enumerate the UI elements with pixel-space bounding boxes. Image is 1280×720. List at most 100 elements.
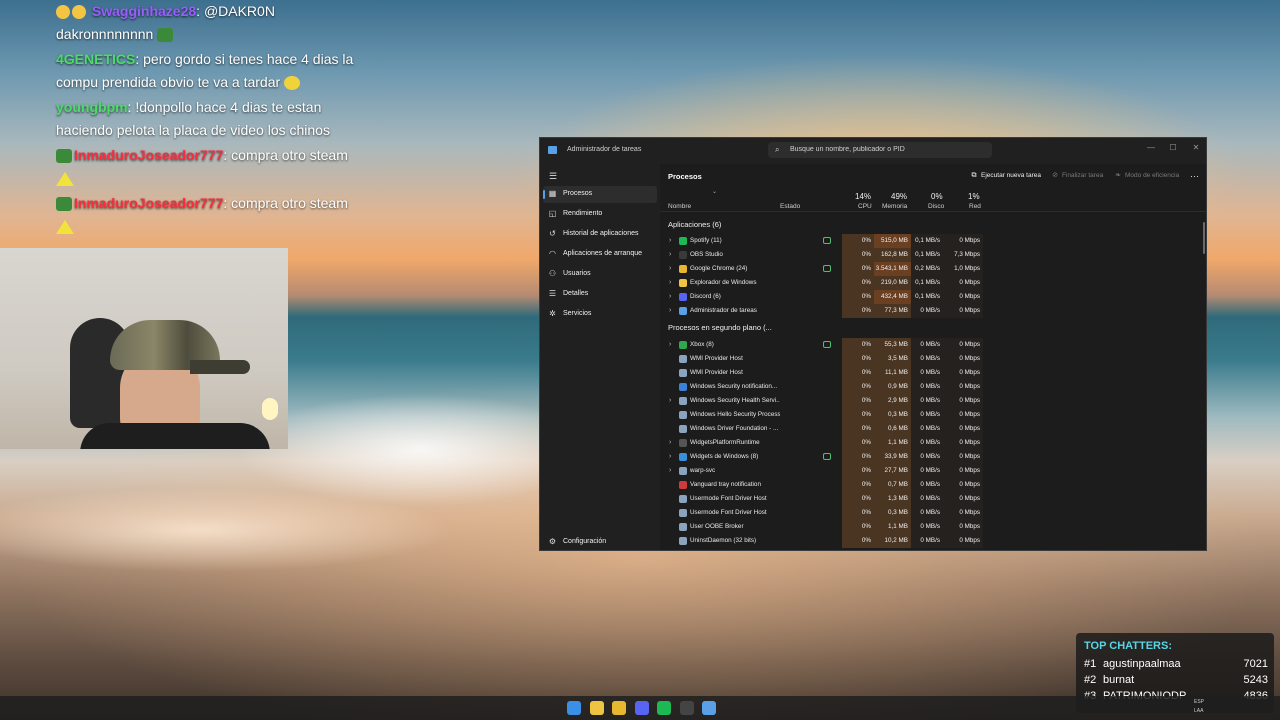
process-row[interactable]: User OOBE Broker 0% 1,1 MB 0 MB/s 0 Mbps <box>660 520 986 534</box>
nav-detalles[interactable]: ☰ Detalles <box>543 286 657 303</box>
process-name: Discord (6) <box>690 293 721 300</box>
process-row[interactable]: WMI Provider Host 0% 11,1 MB 0 MB/s 0 Mbps <box>660 366 986 380</box>
expand-chevron-icon[interactable]: › <box>669 293 671 300</box>
windows-start-icon[interactable] <box>567 701 581 715</box>
process-row[interactable]: Usermode Font Driver Host 0% 1,3 MB 0 MB/s 0… <box>660 492 986 506</box>
process-icon <box>679 467 687 475</box>
title-bar[interactable]: Administrador de tareas ⌕ — ☐ ✕ <box>540 138 1206 162</box>
discord-icon[interactable] <box>634 701 649 715</box>
column-disk[interactable]: Disco <box>928 203 944 210</box>
scrollbar-thumb[interactable] <box>1203 222 1205 254</box>
maximize-button[interactable]: ☐ <box>1162 140 1184 156</box>
nav-label: Historial de aplicaciones <box>563 230 639 237</box>
process-row[interactable]: Windows Driver Foundation - ... 0% 0,6 MB 0… <box>660 422 986 436</box>
run-task-icon: ⧉ <box>971 172 977 179</box>
expand-chevron-icon[interactable]: › <box>669 439 671 446</box>
network-cell: 0 Mbps <box>943 506 983 520</box>
process-row[interactable]: › WidgetsPlatformRuntime 0% 1,1 MB 0 MB/s 0 M… <box>660 436 986 450</box>
language-indicator[interactable]: ESP <box>1194 699 1204 705</box>
process-row[interactable]: › Widgets de Windows (8) 0% 33,9 MB 0 MB/s 0 … <box>660 450 986 464</box>
hamburger-menu-icon[interactable]: ☰ <box>546 169 560 183</box>
process-row[interactable]: › Explorador de Windows 0% 219,0 MB 0,1 MB/s… <box>660 276 986 290</box>
chat-username: InmaduroJoseador777 <box>74 147 224 163</box>
process-row[interactable]: UninstDaemon (32 bits) 0% 10,2 MB 0 MB/s 0 M… <box>660 534 986 548</box>
process-row[interactable]: › Spotify (11) 0% 515,0 MB 0,1 MB/s 0 Mbps <box>660 234 986 248</box>
users-icon: ⚇ <box>548 269 557 278</box>
nav-servicios[interactable]: ✲ Servicios <box>543 306 657 323</box>
file-explorer-icon[interactable] <box>589 701 604 715</box>
spotify-icon[interactable] <box>657 701 671 715</box>
expand-chevron-icon[interactable]: › <box>669 341 671 348</box>
nav-label: Configuración <box>563 538 607 545</box>
more-options-button[interactable]: ⋯ <box>1190 170 1199 182</box>
efficiency-status-icon <box>823 341 831 348</box>
cap-brim <box>190 360 250 374</box>
nav-usuarios[interactable]: ⚇ Usuarios <box>543 266 657 283</box>
close-button[interactable]: ✕ <box>1185 140 1206 156</box>
process-row[interactable]: › Xbox (8) 0% 55,3 MB 0 MB/s 0 Mbps <box>660 338 986 352</box>
expand-chevron-icon[interactable]: › <box>669 453 671 460</box>
keyboard-layout[interactable]: LAA <box>1194 708 1203 714</box>
memory-cell: 0,3 MB <box>874 506 911 520</box>
expand-chevron-icon[interactable]: › <box>669 307 671 314</box>
expand-chevron-icon[interactable]: › <box>669 251 671 258</box>
process-row[interactable]: Windows Hello Security Process 0% 0,3 MB 0 … <box>660 408 986 422</box>
chrome-icon[interactable] <box>612 701 626 715</box>
nav-configuracion[interactable]: ⚙ Configuración <box>543 534 657 550</box>
process-row[interactable]: Usermode Font Driver Host 0% 0,3 MB 0 MB/s 0… <box>660 506 986 520</box>
process-row[interactable]: › Administrador de tareas 0% 77,3 MB 0 MB/s 0… <box>660 304 986 318</box>
network-cell: 0 Mbps <box>943 352 983 366</box>
frog-emote-icon <box>157 27 174 42</box>
expand-chevron-icon[interactable]: › <box>669 467 671 474</box>
process-row[interactable]: › warp-svc 0% 27,7 MB 0 MB/s 0 Mbps <box>660 464 986 478</box>
minimize-button[interactable]: — <box>1140 140 1162 156</box>
column-status[interactable]: Estado <box>780 203 800 210</box>
expand-chevron-icon[interactable]: › <box>669 237 671 244</box>
column-network[interactable]: Red <box>969 203 981 210</box>
nav-arranque[interactable]: ◠ Aplicaciones de arranque <box>543 246 657 263</box>
nav-historial[interactable]: ↺ Historial de aplicaciones <box>543 226 657 243</box>
process-row[interactable]: WMI Provider Host 0% 3,5 MB 0 MB/s 0 Mbps <box>660 352 986 366</box>
column-name[interactable]: Nombre <box>668 203 691 210</box>
search-box[interactable]: ⌕ <box>768 142 992 158</box>
process-row[interactable]: › Google Chrome (24) 0% 3.543,1 MB 0,2 MB/s 1… <box>660 262 986 276</box>
group-header-background[interactable]: Procesos en segundo plano (... <box>668 323 772 332</box>
chatter-score: 5243 <box>1243 674 1268 686</box>
process-name: WMI Provider Host <box>690 355 743 362</box>
expand-chevron-icon[interactable]: › <box>669 265 671 272</box>
column-memory[interactable]: Memoria <box>882 203 907 210</box>
end-task-button[interactable]: ⊘ Finalizar tarea <box>1051 170 1103 182</box>
efficiency-mode-button[interactable]: ❧ Modo de eficiencia <box>1114 170 1179 182</box>
laugh-emote-icon <box>284 75 301 90</box>
chevron-down-icon[interactable]: ⌄ <box>712 188 717 195</box>
network-cell: 0 Mbps <box>943 380 983 394</box>
run-new-task-button[interactable]: ⧉ Ejecutar nueva tarea <box>970 170 1041 182</box>
process-icon <box>679 279 687 287</box>
disk-cell: 0 MB/s <box>911 338 943 352</box>
disk-cell: 0,1 MB/s <box>911 248 943 262</box>
process-icon <box>679 355 687 363</box>
nav-procesos[interactable]: ▦ Procesos <box>543 186 657 203</box>
process-icon <box>679 481 687 489</box>
process-row[interactable]: Windows Security notification... 0% 0,9 MB… <box>660 380 986 394</box>
process-row[interactable]: › Discord (6) 0% 432,4 MB 0,1 MB/s 0 Mbps <box>660 290 986 304</box>
task-manager-icon[interactable] <box>702 701 716 715</box>
process-row[interactable]: Vanguard tray notification 0% 0,7 MB 0 MB/s… <box>660 478 986 492</box>
nav-rendimiento[interactable]: ◱ Rendimiento <box>543 206 657 223</box>
process-row[interactable]: › Windows Security Health Servi... 0% 2,9 M… <box>660 394 986 408</box>
process-icon <box>679 293 687 301</box>
network-cell: 0 Mbps <box>943 290 983 304</box>
group-header-apps[interactable]: Aplicaciones (6) <box>668 220 721 229</box>
process-name: Widgets de Windows (8) <box>690 453 759 460</box>
expand-chevron-icon[interactable]: › <box>669 279 671 286</box>
disk-cell: 0 MB/s <box>911 534 943 548</box>
memory-cell: 2,9 MB <box>874 394 911 408</box>
obs-icon[interactable] <box>679 701 694 715</box>
process-row[interactable]: › OBS Studio 0% 162,8 MB 0,1 MB/s 7,3 Mbps <box>660 248 986 262</box>
expand-chevron-icon[interactable]: › <box>669 397 671 404</box>
disk-cell: 0 MB/s <box>911 304 943 318</box>
search-input[interactable] <box>790 146 980 153</box>
column-cpu[interactable]: CPU <box>858 203 872 210</box>
leaf-icon: ❧ <box>1115 172 1121 179</box>
process-name: OBS Studio <box>690 251 723 258</box>
